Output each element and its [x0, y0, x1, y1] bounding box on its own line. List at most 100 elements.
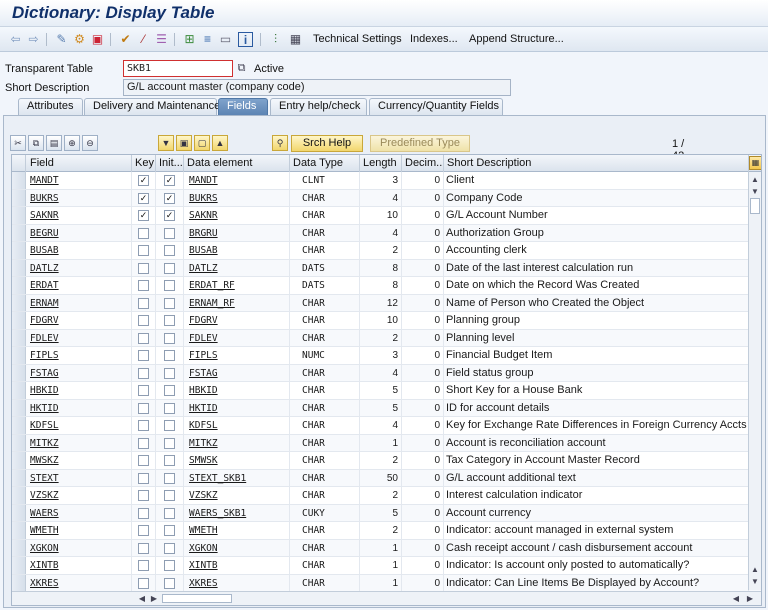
table-row[interactable]: SAKNR ✓ ✓ SAKNR CHAR 10 0 G/L Account Number — [12, 207, 761, 225]
data-type-cell[interactable]: CHAR — [290, 329, 360, 346]
field-name-cell[interactable]: FDGRV — [26, 312, 132, 329]
table-row[interactable]: XINTB XINTB CHAR 1 0 Indicator: Is account on… — [12, 557, 761, 575]
table-row[interactable]: WAERS WAERS_SKB1 CUKY 5 0 Account currency — [12, 504, 761, 522]
row-selector[interactable] — [12, 574, 26, 591]
copy-icon[interactable]: ⧉ — [234, 61, 249, 76]
length-cell[interactable]: 5 — [360, 399, 402, 416]
predefined-type-button[interactable]: Predefined Type — [370, 135, 470, 152]
length-cell[interactable]: 1 — [360, 434, 402, 451]
row-selector[interactable] — [12, 294, 26, 311]
select-all-cell[interactable] — [12, 155, 26, 172]
decimals-cell[interactable]: 0 — [402, 189, 444, 206]
initial-values-checkbox[interactable] — [164, 560, 175, 571]
data-element-cell[interactable]: DATLZ — [184, 259, 290, 276]
initial-values-checkbox[interactable] — [164, 402, 175, 414]
data-element-cell[interactable]: FIPLS — [184, 347, 290, 364]
decimals-cell[interactable]: 0 — [402, 277, 444, 294]
data-type-cell[interactable]: CHAR — [290, 364, 360, 381]
initial-values-checkbox[interactable] — [164, 490, 175, 501]
col-key[interactable]: Key — [132, 155, 156, 172]
field-name-cell[interactable]: MITKZ — [26, 434, 132, 451]
row-selector[interactable] — [12, 312, 26, 329]
field-name-cell[interactable]: MWSKZ — [26, 452, 132, 469]
data-element-cell[interactable]: XGKON — [184, 539, 290, 556]
tab-currency-quantity-fields[interactable]: Currency/Quantity Fields — [369, 98, 503, 115]
scroll-down-icon[interactable]: ▼ — [749, 186, 761, 198]
initial-values-checkbox[interactable] — [164, 367, 175, 379]
field-name-cell[interactable]: WMETH — [26, 522, 132, 539]
column-settings-icon[interactable]: ▦ — [749, 156, 761, 170]
length-cell[interactable]: 2 — [360, 487, 402, 504]
data-type-cell[interactable]: CHAR — [290, 294, 360, 311]
data-element-cell[interactable]: ERNAM_RF — [184, 294, 290, 311]
decimals-cell[interactable]: 0 — [402, 242, 444, 259]
table-row[interactable]: STEXT STEXT_SKB1 CHAR 50 0 G/L account additi… — [12, 469, 761, 487]
length-cell[interactable]: 2 — [360, 242, 402, 259]
table-row[interactable]: ERNAM ERNAM_RF CHAR 12 0 Name of Person who C… — [12, 294, 761, 312]
data-element-cell[interactable]: SMWSK — [184, 452, 290, 469]
col-length[interactable]: Length — [360, 155, 402, 172]
table-row[interactable]: MANDT ✓ ✓ MANDT CLNT 3 0 Client — [12, 172, 761, 190]
key-checkbox[interactable] — [138, 420, 149, 431]
decimals-cell[interactable]: 0 — [402, 399, 444, 416]
decimals-cell[interactable]: 0 — [402, 452, 444, 469]
key-checkbox[interactable] — [138, 455, 149, 466]
row-selector[interactable] — [12, 539, 26, 556]
data-type-cell[interactable]: CHAR — [290, 189, 360, 206]
initial-values-checkbox[interactable] — [164, 525, 175, 536]
decimals-cell[interactable]: 0 — [402, 469, 444, 486]
initial-values-checkbox[interactable] — [164, 297, 175, 309]
row-selector[interactable] — [12, 242, 26, 259]
data-type-cell[interactable]: CHAR — [290, 242, 360, 259]
data-type-cell[interactable]: CHAR — [290, 417, 360, 434]
length-cell[interactable]: 1 — [360, 574, 402, 591]
field-name-cell[interactable]: ERDAT — [26, 277, 132, 294]
key-checkbox[interactable] — [138, 577, 149, 589]
scroll-page-down-icon[interactable]: ▼ — [749, 576, 761, 588]
length-cell[interactable]: 1 — [360, 557, 402, 574]
initial-values-checkbox[interactable] — [164, 227, 175, 239]
data-type-cell[interactable]: CHAR — [290, 382, 360, 399]
data-type-cell[interactable]: CHAR — [290, 522, 360, 539]
data-type-cell[interactable]: DATS — [290, 277, 360, 294]
table-name-field[interactable]: SKB1 — [123, 60, 233, 77]
initial-values-checkbox[interactable] — [164, 350, 175, 361]
decimals-cell[interactable]: 0 — [402, 504, 444, 521]
length-cell[interactable]: 4 — [360, 364, 402, 381]
decimals-cell[interactable]: 0 — [402, 207, 444, 224]
initial-values-checkbox[interactable] — [164, 280, 175, 291]
scroll-page-up-icon[interactable]: ▲ — [749, 564, 761, 576]
decimals-cell[interactable]: 0 — [402, 224, 444, 241]
table-row[interactable]: BEGRU BRGRU CHAR 4 0 Authorization Group — [12, 224, 761, 242]
data-element-cell[interactable]: KDFSL — [184, 417, 290, 434]
field-name-cell[interactable]: SAKNR — [26, 207, 132, 224]
key-checkbox[interactable]: ✓ — [138, 175, 149, 186]
data-type-cell[interactable]: CHAR — [290, 452, 360, 469]
length-cell[interactable]: 50 — [360, 469, 402, 486]
table-row[interactable]: FDLEV FDLEV CHAR 2 0 Planning level — [12, 329, 761, 347]
delete-row-icon[interactable]: ⊖ — [82, 135, 98, 151]
data-type-cell[interactable]: CHAR — [290, 469, 360, 486]
key-checkbox[interactable] — [138, 560, 149, 571]
row-selector[interactable] — [12, 172, 26, 189]
decimals-cell[interactable]: 0 — [402, 172, 444, 189]
field-name-cell[interactable]: DATLZ — [26, 259, 132, 276]
col-data-element[interactable]: Data element — [184, 155, 290, 172]
field-name-cell[interactable]: FIPLS — [26, 347, 132, 364]
scroll-left-icon[interactable]: ◀ — [136, 592, 148, 605]
row-selector[interactable] — [12, 364, 26, 381]
length-cell[interactable]: 3 — [360, 172, 402, 189]
field-name-cell[interactable]: BEGRU — [26, 224, 132, 241]
col-field[interactable]: Field — [26, 155, 132, 172]
key-checkbox[interactable] — [138, 315, 149, 326]
indexes-button[interactable]: Indexes... — [410, 33, 458, 45]
table-row[interactable]: KDFSL KDFSL CHAR 4 0 Key for Exchange Rate Di… — [12, 417, 761, 435]
key-checkbox[interactable] — [138, 525, 149, 536]
initial-values-checkbox[interactable] — [164, 245, 175, 256]
length-cell[interactable]: 4 — [360, 189, 402, 206]
technical-settings-button[interactable]: Technical Settings — [313, 33, 402, 45]
initial-values-checkbox[interactable] — [164, 332, 175, 344]
data-type-cell[interactable]: CLNT — [290, 172, 360, 189]
decimals-cell[interactable]: 0 — [402, 347, 444, 364]
data-element-cell[interactable]: STEXT_SKB1 — [184, 469, 290, 486]
